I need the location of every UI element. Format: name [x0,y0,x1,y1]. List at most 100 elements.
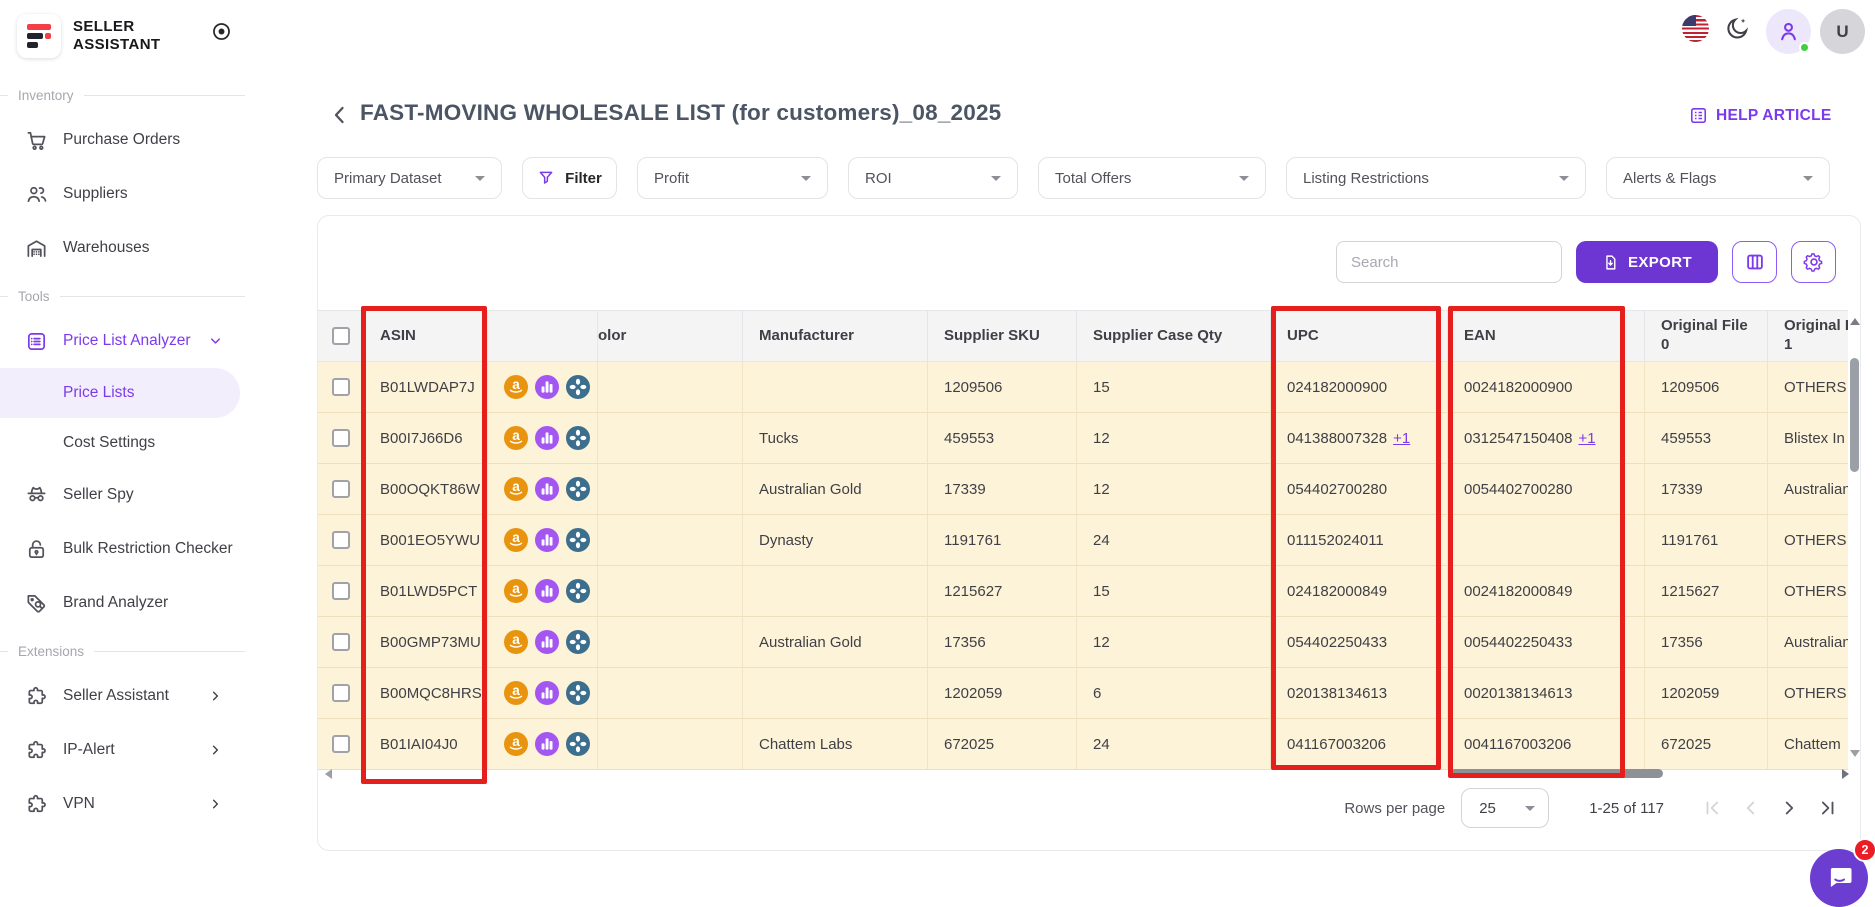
filter-select-roi[interactable]: ROI [848,157,1018,199]
language-flag-icon[interactable] [1682,15,1709,42]
user-avatar[interactable]: U [1820,9,1865,54]
select-all-checkbox[interactable] [331,327,350,345]
sidebar-item-vpn[interactable]: VPN [0,777,245,831]
amazon-link-icon[interactable]: a [504,426,528,450]
filter-select-primary-dataset[interactable]: Primary Dataset [317,157,502,199]
sidebar-item-ip-alert[interactable]: IP-Alert [0,723,245,777]
keepa-link-icon[interactable] [535,681,559,705]
cell-select [318,668,364,718]
amazon-link-icon[interactable]: a [504,630,528,654]
sas-link-icon[interactable] [566,426,590,450]
column-header-supplier_case_qty[interactable]: Supplier Case Qty [1077,311,1271,361]
sidebar-collapse-icon[interactable] [211,21,232,42]
sas-link-icon[interactable] [566,375,590,399]
column-header-asin[interactable]: ASIN [364,311,488,361]
previous-page-button[interactable] [1732,789,1770,827]
sidebar-item-warehouses[interactable]: Warehouses [0,221,245,275]
row-checkbox[interactable] [331,480,350,498]
filter-select-alerts-flags[interactable]: Alerts & Flags [1606,157,1830,199]
manage-columns-button[interactable] [1732,241,1777,283]
filter-select-total-offers[interactable]: Total Offers [1038,157,1266,199]
column-header-manufacturer[interactable]: Manufacturer [743,311,928,361]
column-header-links[interactable] [488,311,598,361]
upc-more-link[interactable]: +1 [1393,430,1410,447]
sidebar-item-price-list-analyzer[interactable]: Price List Analyzer [0,314,245,368]
sidebar-item-bulk-restriction-checker[interactable]: Bulk Restriction Checker [0,522,245,576]
scroll-up-arrow[interactable] [1850,318,1860,325]
help-article-link[interactable]: HELP ARTICLE [1689,106,1832,125]
first-page-button[interactable] [1694,789,1732,827]
sidebar-item-seller-spy[interactable]: Seller Spy [0,468,245,522]
column-header-supplier_sku[interactable]: Supplier SKU [928,311,1077,361]
dark-mode-moon-icon[interactable] [1724,16,1750,42]
column-header-color[interactable]: olor [598,311,743,361]
ean-more-link[interactable]: +1 [1578,430,1595,447]
column-label: olor [598,326,627,344]
column-header-upc[interactable]: UPC [1271,311,1448,361]
manufacturer-value: Tucks [759,429,799,447]
cell-links: a [488,413,598,463]
account-person-icon[interactable] [1766,9,1811,54]
row-checkbox[interactable] [331,684,350,702]
vertical-scrollbar-thumb[interactable] [1850,358,1859,472]
next-page-button[interactable] [1770,789,1808,827]
column-header-ean[interactable]: EAN [1448,311,1645,361]
sas-link-icon[interactable] [566,477,590,501]
amazon-link-icon[interactable]: a [504,528,528,552]
column-header-original_file_0[interactable]: Original File 0 [1645,311,1768,361]
horizontal-scrollbar-thumb[interactable] [1450,769,1663,778]
row-checkbox[interactable] [331,378,350,396]
cell-supplier_case_qty: 12 [1077,617,1271,667]
keepa-link-icon[interactable] [535,579,559,603]
row-checkbox[interactable] [331,582,350,600]
amazon-link-icon[interactable]: a [504,732,528,756]
users-icon [25,183,48,206]
keepa-link-icon[interactable] [535,477,559,501]
keepa-link-icon[interactable] [535,375,559,399]
amazon-link-icon[interactable]: a [504,579,528,603]
scroll-down-arrow[interactable] [1850,750,1860,757]
sidebar-item-price-lists[interactable]: Price Lists [0,368,240,418]
sidebar-item-suppliers[interactable]: Suppliers [0,167,245,221]
sas-link-icon[interactable] [566,630,590,654]
cell-original_file_1: Australian [1768,464,1848,514]
row-checkbox[interactable] [331,735,350,753]
last-page-button[interactable] [1808,789,1846,827]
row-checkbox[interactable] [331,429,350,447]
keepa-link-icon[interactable] [535,426,559,450]
amazon-link-icon[interactable]: a [504,375,528,399]
table-settings-button[interactable] [1791,241,1836,283]
sas-link-icon[interactable] [566,528,590,552]
sidebar-item-seller-assistant[interactable]: Seller Assistant [0,669,245,723]
search-input[interactable] [1336,241,1562,283]
scroll-right-arrow[interactable] [1842,769,1849,779]
sas-link-icon[interactable] [566,681,590,705]
export-button[interactable]: EXPORT [1576,241,1718,283]
sidebar-item-brand-analyzer[interactable]: Brand Analyzer [0,576,245,630]
sidebar-item-purchase-orders[interactable]: Purchase Orders [0,113,245,167]
amazon-link-icon[interactable]: a [504,681,528,705]
filter-select-profit[interactable]: Profit [637,157,828,199]
cell-manufacturer: Australian Gold [743,464,928,514]
filter-button[interactable]: Filter [522,157,617,199]
rows-per-page-select[interactable]: 25 [1461,788,1550,828]
cell-color [598,719,743,769]
keepa-link-icon[interactable] [535,732,559,756]
asin-value: B01LWDAP7J [380,378,475,396]
filter-select-listing-restrictions[interactable]: Listing Restrictions [1286,157,1586,199]
original_file_1-value: OTHERS [1784,531,1847,549]
back-button[interactable] [328,103,352,127]
cell-ean: 0312547150408 +1 [1448,413,1645,463]
column-header-original_file_1[interactable]: Original F1 [1768,311,1848,361]
scroll-left-arrow[interactable] [325,769,332,779]
sidebar-item-cost-settings[interactable]: Cost Settings [0,418,245,468]
row-checkbox[interactable] [331,633,350,651]
row-link-icons: a [504,477,590,501]
row-checkbox[interactable] [331,531,350,549]
amazon-link-icon[interactable]: a [504,477,528,501]
keepa-link-icon[interactable] [535,630,559,654]
keepa-link-icon[interactable] [535,528,559,552]
sas-link-icon[interactable] [566,732,590,756]
cell-ean: 0054402250433 [1448,617,1645,667]
sas-link-icon[interactable] [566,579,590,603]
